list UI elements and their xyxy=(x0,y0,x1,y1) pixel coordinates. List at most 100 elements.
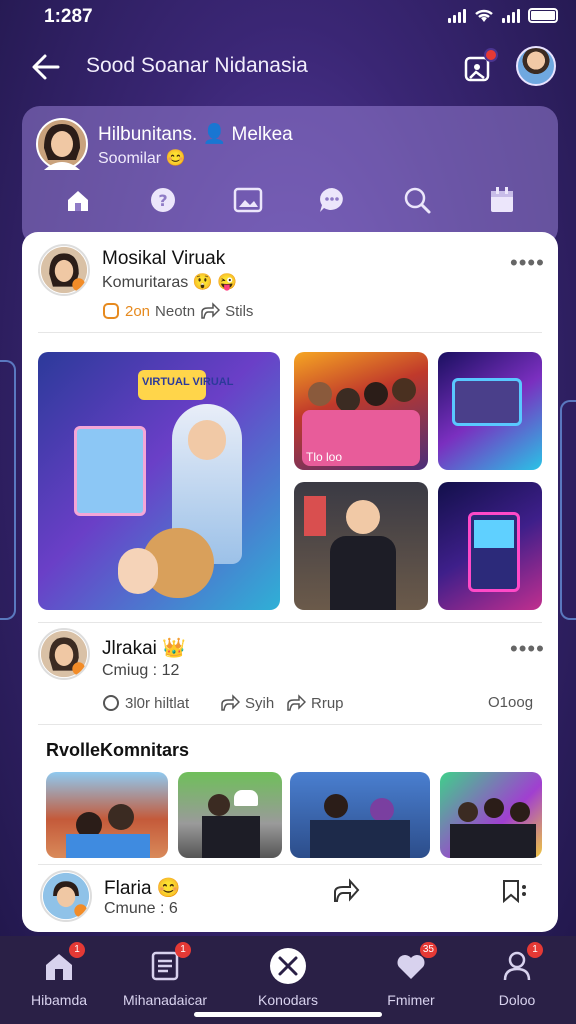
share-action[interactable]: Rrup xyxy=(286,694,344,712)
comment-label[interactable]: Neotn xyxy=(155,303,195,320)
comment-icon[interactable] xyxy=(102,302,120,320)
nav-profile[interactable]: 1 Doloo xyxy=(462,942,572,1016)
community-section-title: RvolleKomnitars xyxy=(46,740,190,760)
character-face-graphic xyxy=(188,420,226,460)
home-indicator[interactable] xyxy=(194,1012,382,1017)
child-graphic xyxy=(118,548,158,594)
person-graphic xyxy=(324,794,348,818)
media-tile-main[interactable]: VIRTUAL VIRUAL xyxy=(38,352,280,610)
media-tile-4[interactable] xyxy=(294,482,428,610)
profile-tabs: ? xyxy=(22,180,558,224)
nav-home-icon-wrap: 1 xyxy=(39,942,85,986)
media-tile-2[interactable]: Tlo loo xyxy=(294,352,428,470)
post-avatar[interactable] xyxy=(38,628,90,680)
tab-chat[interactable] xyxy=(310,180,354,220)
cellular-signal-icon xyxy=(448,8,466,23)
post-avatar[interactable] xyxy=(40,870,92,922)
nav-badge: 35 xyxy=(419,942,437,958)
share-icon[interactable] xyxy=(200,302,221,320)
community-tile[interactable] xyxy=(178,772,282,858)
battery-icon xyxy=(528,8,558,23)
help-icon: ? xyxy=(150,188,175,212)
back-arrow-icon[interactable] xyxy=(30,52,62,82)
feed-card: Mosikal Viruak Komuritaras 😲 😜 •••• 2on … xyxy=(22,232,558,932)
nav-messages[interactable]: 1 Mihanadaicar xyxy=(110,942,220,1016)
divider xyxy=(38,622,542,623)
community-tile[interactable] xyxy=(46,772,168,858)
group-graphic xyxy=(66,834,150,858)
background-glow-left xyxy=(0,360,16,620)
bottom-navigation: 1 Hibamda 1 Mihanadaicar Konodars 35 Fmi… xyxy=(0,936,576,1024)
nav-close[interactable]: Konodars xyxy=(233,946,343,1016)
person-graphic xyxy=(308,382,332,406)
status-bar: 1:287 xyxy=(0,0,576,34)
nav-favorites[interactable]: 35 Fmimer xyxy=(356,942,466,1016)
post-actions: 3l0r hiltlat xyxy=(102,694,189,712)
nav-messages-icon-wrap: 1 xyxy=(145,942,191,986)
profile-avatar[interactable] xyxy=(36,118,88,170)
document-icon xyxy=(151,951,179,981)
svg-text:?: ? xyxy=(158,191,167,210)
tab-search[interactable] xyxy=(395,180,439,220)
page-title: Sood Soanar Nidanasia xyxy=(86,54,308,77)
post-more-button[interactable]: •••• xyxy=(510,250,545,276)
media-tile-5[interactable] xyxy=(438,482,542,610)
tab-gallery[interactable] xyxy=(226,180,270,220)
nav-home[interactable]: 1 Hibamda xyxy=(4,942,114,1016)
post-actions: 2on Neotn Stils xyxy=(102,302,253,320)
calendar-icon xyxy=(490,187,513,212)
community-tile[interactable] xyxy=(290,772,430,858)
nav-label: Mihanadaicar xyxy=(122,992,208,1008)
nav-badge: 1 xyxy=(527,942,543,958)
nav-label: Konodars xyxy=(258,992,318,1008)
arcade-screen-graphic xyxy=(474,520,514,548)
nav-profile-icon-wrap: 1 xyxy=(497,942,543,986)
comment-label[interactable]: 3l0r hiltlat xyxy=(125,695,189,712)
image-icon xyxy=(233,187,262,213)
post-author-name: Mosikal Viruak xyxy=(102,248,226,269)
media-tile-caption: Tlo loo xyxy=(306,450,343,464)
tab-help[interactable]: ? xyxy=(141,180,185,220)
tab-calendar[interactable] xyxy=(480,180,524,220)
background-glow-right xyxy=(560,400,576,620)
nav-label: Doloo xyxy=(498,992,536,1008)
search-icon xyxy=(404,187,431,214)
notifications-button[interactable] xyxy=(462,48,498,84)
divider xyxy=(38,864,542,865)
nav-label: Fmimer xyxy=(387,992,435,1008)
like-icon xyxy=(221,694,240,711)
comment-count[interactable]: 2on xyxy=(125,303,150,320)
poster-graphic xyxy=(304,496,326,536)
status-time: 1:287 xyxy=(44,6,93,27)
person-graphic xyxy=(346,500,380,534)
media-tile-3[interactable] xyxy=(438,352,542,470)
community-tile[interactable] xyxy=(440,772,542,858)
person-icon xyxy=(503,951,531,981)
share-label: Rrup xyxy=(311,694,344,712)
post-more-button[interactable]: •••• xyxy=(510,636,545,662)
like-label: Syih xyxy=(245,694,275,712)
user-avatar[interactable] xyxy=(516,46,556,86)
app-header: Sood Soanar Nidanasia xyxy=(0,40,576,94)
share-label[interactable]: Stils xyxy=(225,303,253,320)
nav-favorites-icon-wrap: 35 xyxy=(391,942,437,986)
comment-icon[interactable] xyxy=(102,694,120,712)
group-graphic xyxy=(450,824,536,858)
bookmark-icon[interactable] xyxy=(500,878,530,904)
media-tile-label: VIRTUAL VIRUAL xyxy=(142,376,234,388)
share-icon[interactable] xyxy=(332,878,360,904)
notification-badge xyxy=(484,48,498,62)
nav-label: Hibamda xyxy=(30,992,88,1008)
divider xyxy=(38,724,542,725)
share-icon xyxy=(287,694,306,711)
post-avatar[interactable] xyxy=(38,244,90,296)
post-author-name: Jlrakai 👑 xyxy=(102,638,186,659)
post-stat-count: O1oog xyxy=(488,694,534,711)
person-graphic xyxy=(392,378,416,402)
tab-home[interactable] xyxy=(56,180,100,220)
profile-panel: Hilbunitans. 👤 Melkea Soomilar 😊 ? xyxy=(22,106,558,246)
person-graphic xyxy=(336,388,360,412)
person-graphic xyxy=(510,802,530,822)
post-author-name: Flaria 😊 xyxy=(104,878,181,899)
like-action[interactable]: Syih xyxy=(220,694,274,712)
